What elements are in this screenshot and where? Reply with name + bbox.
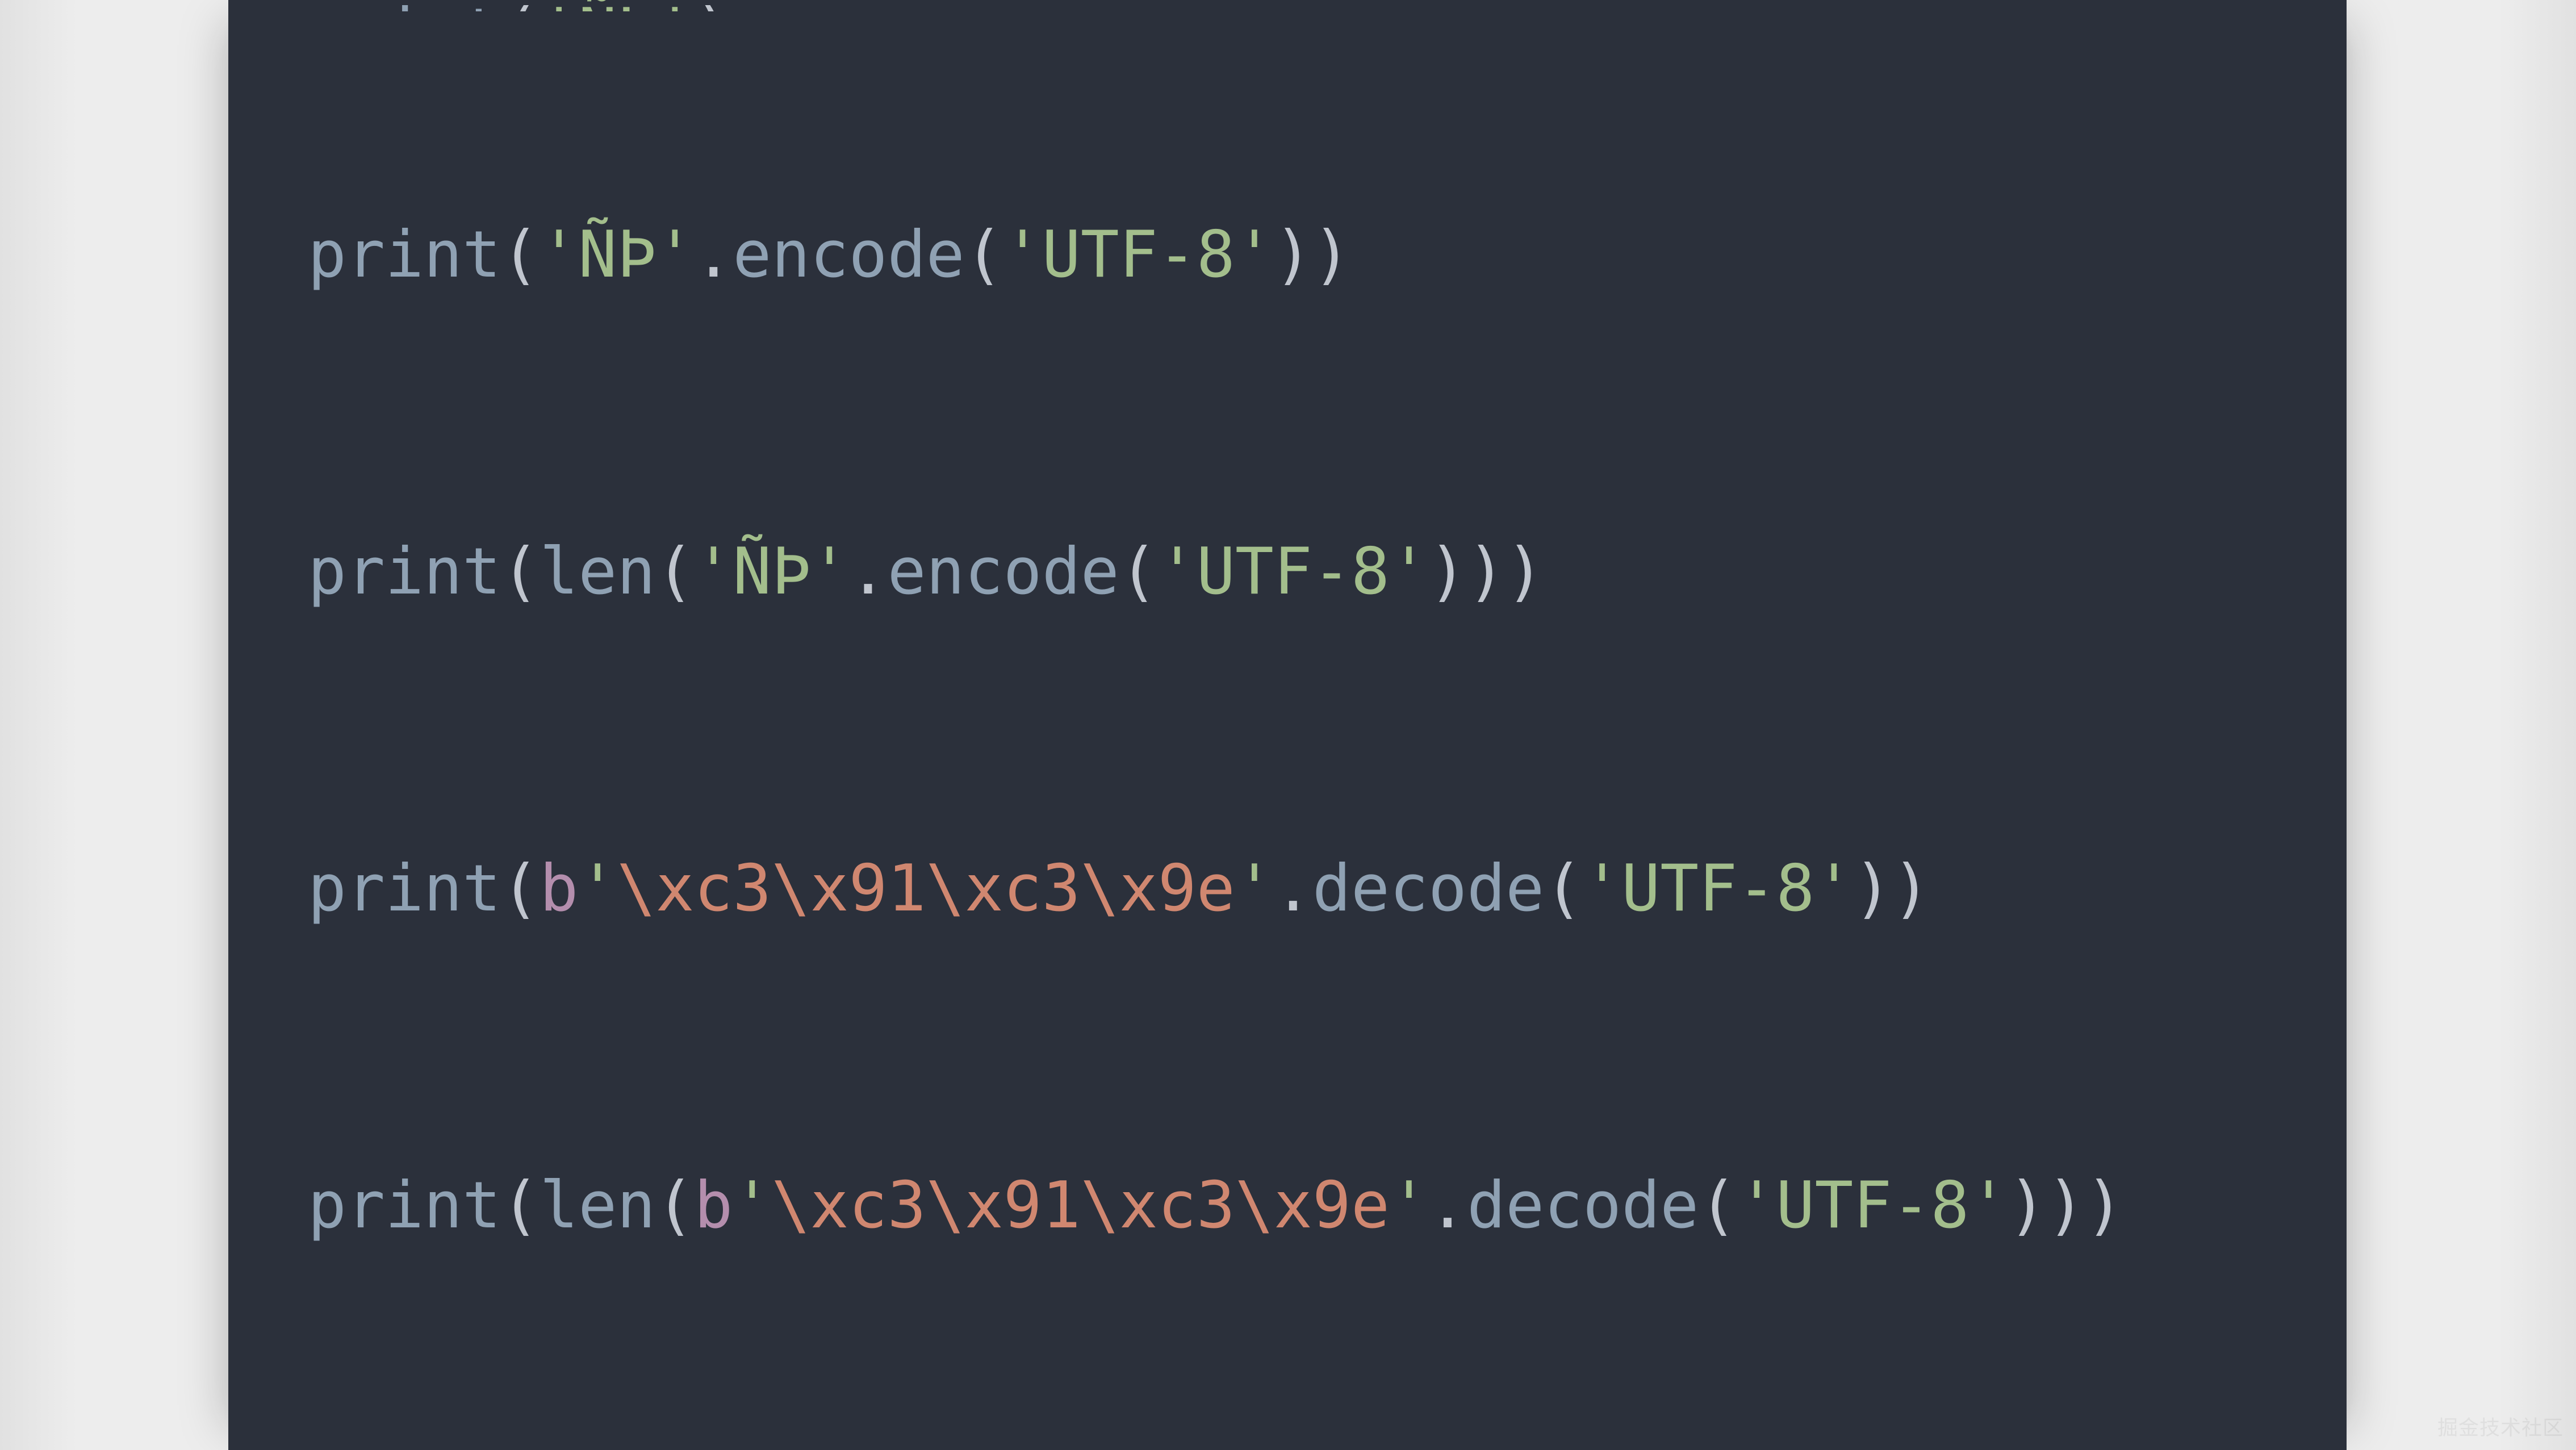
token-function: print bbox=[308, 851, 501, 926]
token-escape: \xc3\x91\xc3\x9e bbox=[771, 1168, 1390, 1243]
token-paren: ( bbox=[1699, 1168, 1737, 1243]
watermark-text: 掘金技术社区 bbox=[2437, 1411, 2564, 1441]
token-quote: ' bbox=[1390, 1168, 1428, 1243]
token-dot: . bbox=[1428, 1168, 1467, 1243]
code-blank-line bbox=[308, 434, 2347, 540]
token-paren: ))) bbox=[1428, 534, 1544, 609]
token-function: print bbox=[308, 0, 501, 11]
code-blank-line bbox=[308, 328, 2347, 434]
token-paren: ( bbox=[501, 534, 540, 609]
token-string: 'ÑÞ' bbox=[540, 217, 694, 292]
token-string: 'UTF-8' bbox=[1158, 534, 1428, 609]
token-quote: ' bbox=[578, 851, 617, 926]
token-builtin: len bbox=[540, 1168, 655, 1243]
code-blank-line bbox=[308, 117, 2347, 223]
code-blank-line bbox=[308, 1068, 2347, 1173]
token-string: 'UTF-8' bbox=[1003, 217, 1274, 292]
token-function: print bbox=[308, 534, 501, 609]
token-paren: )) bbox=[1853, 851, 1930, 926]
code-blank-line bbox=[308, 645, 2347, 751]
token-string: 'UTF-8' bbox=[1737, 1168, 2008, 1243]
token-paren: ( bbox=[501, 1168, 540, 1243]
code-line: print('ÑÞ'.encode('UTF-8')) bbox=[308, 223, 2347, 328]
code-blank-line bbox=[308, 751, 2347, 856]
token-dot: . bbox=[1274, 851, 1312, 926]
token-dot: . bbox=[694, 217, 733, 292]
token-method: decode bbox=[1467, 1168, 1699, 1243]
code-line-cutoff: print('ÑÞ') bbox=[308, 0, 2347, 11]
page-background: print('ÑÞ')print('ÑÞ'.encode('UTF-8'))pr… bbox=[0, 0, 2576, 1450]
token-method: decode bbox=[1312, 851, 1544, 926]
token-quote: ' bbox=[1235, 851, 1274, 926]
token-paren: ( bbox=[501, 0, 540, 11]
code-blank-line bbox=[308, 1279, 2347, 1367]
token-paren: ( bbox=[501, 851, 540, 926]
token-paren: ( bbox=[655, 1168, 694, 1243]
token-function: print bbox=[308, 217, 501, 292]
token-function: print bbox=[308, 1168, 501, 1243]
token-method: encode bbox=[888, 534, 1119, 609]
token-paren: ( bbox=[1119, 534, 1158, 609]
token-string: 'ÑÞ' bbox=[540, 0, 694, 11]
code-blank-line bbox=[308, 962, 2347, 1068]
token-paren: ( bbox=[655, 534, 694, 609]
token-string: 'ÑÞ' bbox=[694, 534, 848, 609]
token-escape: \xc3\x91\xc3\x9e bbox=[617, 851, 1235, 926]
token-paren: ))) bbox=[2008, 1168, 2124, 1243]
token-paren: ( bbox=[1544, 851, 1583, 926]
token-quote: ' bbox=[733, 1168, 771, 1243]
code-line: print(len('ÑÞ'.encode('UTF-8'))) bbox=[308, 540, 2347, 645]
token-paren: ) bbox=[694, 0, 733, 11]
code-editor: print('ÑÞ')print('ÑÞ'.encode('UTF-8'))pr… bbox=[228, 0, 2347, 1450]
token-string: 'UTF-8' bbox=[1583, 851, 1853, 926]
token-paren: ( bbox=[965, 217, 1003, 292]
code-line: print(len(b'\xc3\x91\xc3\x9e'.decode('UT… bbox=[308, 1173, 2347, 1279]
code-line: print(b'\xc3\x91\xc3\x9e'.decode('UTF-8'… bbox=[308, 856, 2347, 962]
token-bytes-prefix: b bbox=[540, 851, 578, 926]
token-method: encode bbox=[733, 217, 964, 292]
code-block: print('ÑÞ')print('ÑÞ'.encode('UTF-8'))pr… bbox=[308, 0, 2347, 1367]
code-blank-line bbox=[308, 11, 2347, 117]
token-paren: )) bbox=[1274, 217, 1351, 292]
token-bytes-prefix: b bbox=[694, 1168, 733, 1243]
token-builtin: len bbox=[540, 534, 655, 609]
token-dot: . bbox=[849, 534, 888, 609]
token-paren: ( bbox=[501, 217, 540, 292]
